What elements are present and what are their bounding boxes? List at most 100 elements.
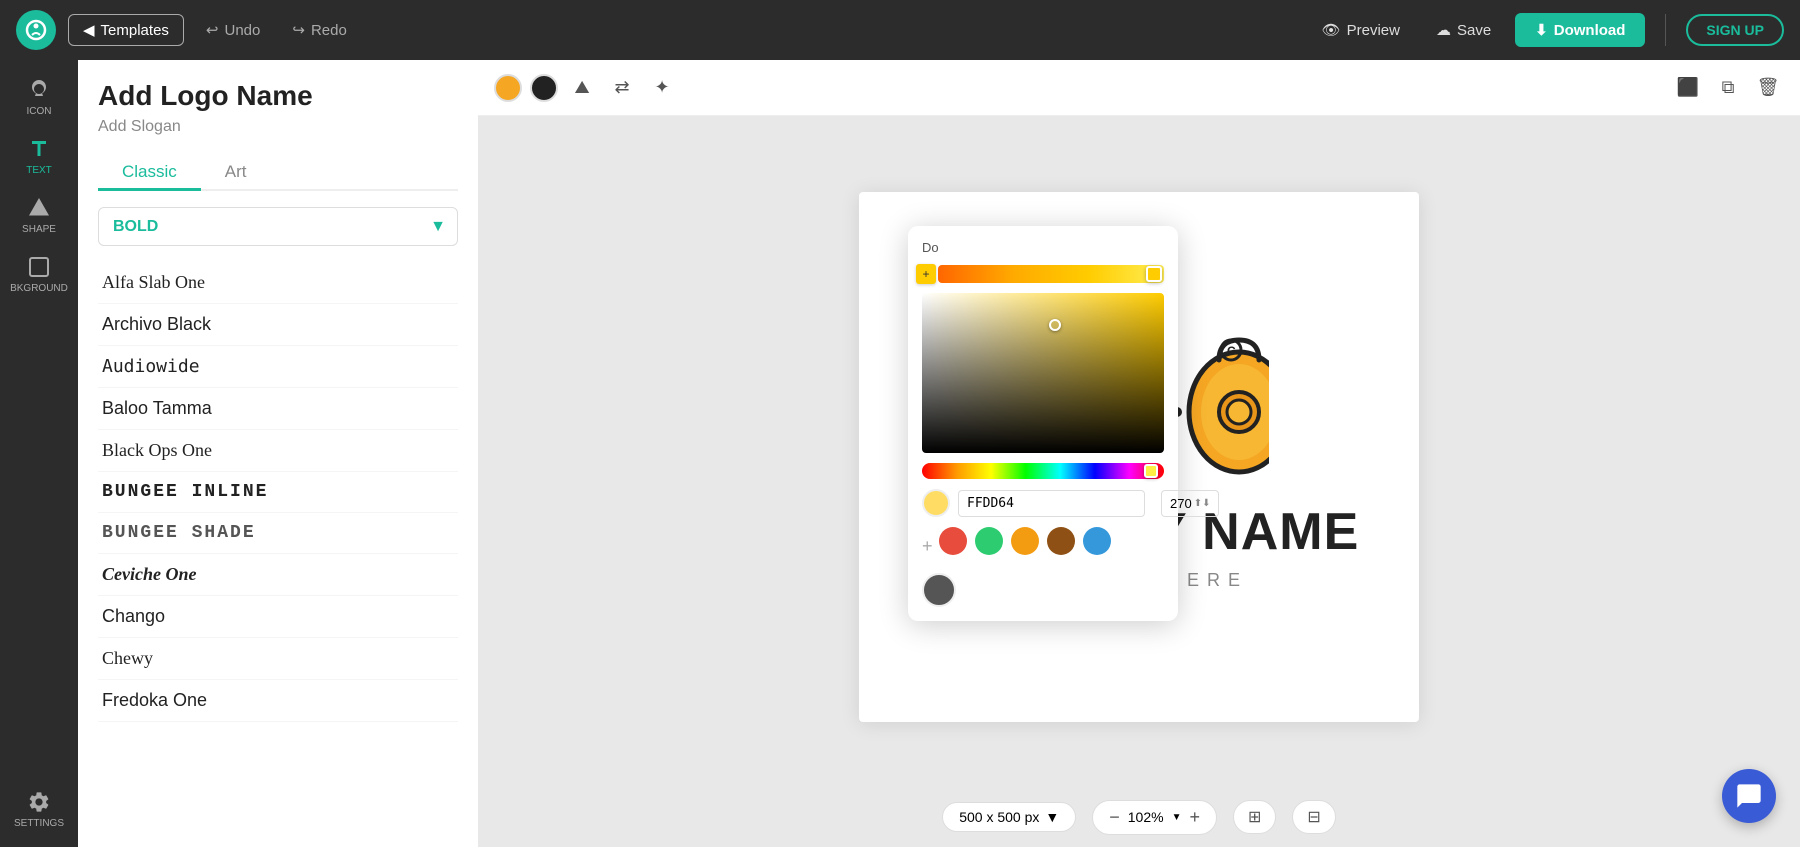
tab-art[interactable]: Art — [201, 156, 271, 189]
panel-subtitle: Add Slogan — [98, 118, 458, 136]
redo-button[interactable]: ↪ Redo — [282, 15, 356, 45]
primary-color-swatch[interactable] — [494, 74, 522, 102]
zoom-dropdown-icon: ▼ — [1172, 812, 1182, 823]
gradient-strip[interactable] — [938, 265, 1164, 283]
hue-strip[interactable] — [922, 463, 1164, 479]
tab-classic[interactable]: Classic — [98, 156, 201, 191]
preset-blue[interactable] — [1083, 527, 1111, 555]
chevron-down-icon: ▼ — [430, 218, 446, 236]
canvas-area: ⛰ ⇄ ✦ ⬛ ⧉ 🗑 Do + — [478, 60, 1800, 847]
preview-button[interactable]: 👁 Preview — [1310, 15, 1412, 45]
redo-icon: ↪ — [292, 21, 305, 39]
font-item-chango[interactable]: Chango — [98, 596, 458, 638]
sidebar-item-icon-label: ICON — [27, 106, 52, 117]
opacity-value: 270 — [1170, 496, 1192, 511]
chevron-left-icon: ◀ — [83, 21, 95, 39]
style-select[interactable]: BOLD — [98, 207, 458, 246]
templates-button[interactable]: ◀ Templates — [68, 14, 184, 46]
saturation-thumb[interactable] — [1049, 319, 1061, 331]
flip-horizontal-icon[interactable]: ⇄ — [606, 72, 638, 104]
hue-thumb[interactable] — [1144, 464, 1158, 478]
save-button[interactable]: ☁ Save — [1424, 15, 1503, 45]
style-select-wrapper: BOLD ▼ — [98, 207, 458, 246]
text-icon — [27, 137, 51, 161]
opacity-input[interactable]: 270 ⬆⬇ — [1161, 490, 1219, 517]
gradient-thumb[interactable] — [1146, 266, 1162, 282]
opacity-arrows[interactable]: ⬆⬇ — [1194, 498, 1211, 509]
font-item-alfa-slab-one[interactable]: Alfa Slab One — [98, 262, 458, 304]
tab-row: Classic Art — [98, 156, 458, 191]
toolbar-right-icons: ⬛ ⧉ 🗑 — [1672, 72, 1784, 104]
font-item-bungee-inline[interactable]: BUNGEE INLINE — [98, 472, 458, 513]
app-logo — [16, 10, 56, 50]
sidebar-item-bkground-label: BKGROUND — [10, 283, 68, 294]
sidebar-item-icon[interactable]: ICON — [0, 70, 78, 125]
font-panel: Add Logo Name Add Slogan Classic Art BOL… — [78, 60, 478, 847]
font-item-black-ops-one[interactable]: Black Ops One — [98, 430, 458, 472]
add-preset-btn[interactable]: + — [922, 536, 933, 557]
preset-red[interactable] — [939, 527, 967, 555]
font-item-ceviche-one[interactable]: Ceviche One — [98, 554, 458, 596]
size-chevron-down-icon: ▼ — [1045, 809, 1059, 825]
effects-icon[interactable]: ✦ — [646, 72, 678, 104]
font-item-archivo-black[interactable]: Archivo Black — [98, 304, 458, 346]
preset-orange[interactable] — [1011, 527, 1039, 555]
zoom-in-button[interactable]: + — [1189, 807, 1200, 828]
chat-bubble-button[interactable] — [1722, 769, 1776, 823]
icon-icon — [27, 78, 51, 102]
hex-color-preview — [922, 489, 950, 517]
color-picker-popup: Do + — [908, 226, 1178, 621]
icon-sidebar: ICON TEXT SHAPE BKGROUND SETTI — [0, 60, 78, 847]
undo-button[interactable]: ↩ Undo — [196, 15, 270, 45]
font-item-chewy[interactable]: Chewy — [98, 638, 458, 680]
sidebar-item-settings[interactable]: SETTINGS — [0, 782, 78, 837]
font-item-baloo-tamma[interactable]: Baloo Tamma — [98, 388, 458, 430]
preset-green[interactable] — [975, 527, 1003, 555]
zoom-out-button[interactable]: − — [1109, 807, 1120, 828]
zoom-level: 102% — [1128, 809, 1164, 825]
sidebar-item-bkground[interactable]: BKGROUND — [0, 247, 78, 302]
zoom-control: − 102% ▼ + — [1092, 800, 1217, 835]
signup-button[interactable]: SIGN UP — [1686, 14, 1784, 46]
download-button[interactable]: ⬇ Download — [1515, 13, 1645, 47]
main-body: ICON TEXT SHAPE BKGROUND SETTI — [0, 60, 1800, 847]
bottom-bar: 500 x 500 px ▼ − 102% ▼ + ⊞ ⊟ — [478, 797, 1800, 847]
font-item-fredoka-one[interactable]: Fredoka One — [98, 680, 458, 722]
duplicate-icon[interactable]: ⧉ — [1712, 72, 1744, 104]
align-button[interactable]: ⊟ — [1292, 800, 1335, 834]
canvas-size-label: 500 x 500 px — [959, 809, 1039, 825]
canvas-toolbar: ⛰ ⇄ ✦ ⬛ ⧉ 🗑 — [478, 60, 1800, 116]
grid-button[interactable]: ⊞ — [1233, 800, 1276, 834]
gradient-strip-container: + — [922, 265, 1164, 283]
settings-icon — [27, 790, 51, 814]
shape-icon — [27, 196, 51, 220]
font-list: Alfa Slab One Archivo Black Audiowide Ba… — [98, 262, 458, 827]
download-icon: ⬇ — [1535, 21, 1548, 39]
sidebar-item-shape-label: SHAPE — [22, 224, 56, 235]
layers-icon[interactable]: ⬛ — [1672, 72, 1704, 104]
nav-divider — [1665, 14, 1666, 46]
add-gradient-stop-button[interactable]: + — [916, 264, 936, 284]
secondary-color-swatch[interactable] — [530, 74, 558, 102]
cp-title: Do — [922, 240, 939, 255]
font-item-bungee-shade[interactable]: BUNGEE SHADE — [98, 513, 458, 554]
delete-icon[interactable]: 🗑 — [1752, 72, 1784, 104]
save-icon: ☁ — [1436, 21, 1451, 39]
cp-presets-add-row: + — [922, 527, 1164, 565]
hex-input[interactable] — [958, 490, 1145, 517]
top-navigation: ◀ Templates ↩ Undo ↪ Redo 👁 Preview ☁ Sa… — [0, 0, 1800, 60]
sidebar-item-shape[interactable]: SHAPE — [0, 188, 78, 243]
size-selector[interactable]: 500 x 500 px ▼ — [942, 802, 1076, 832]
preset-brown[interactable] — [1047, 527, 1075, 555]
flip-icon[interactable]: ⛰ — [566, 72, 598, 104]
chat-icon — [1735, 782, 1763, 810]
cp-bottom-swatch-row — [922, 573, 1164, 607]
color-presets — [939, 527, 1111, 555]
saturation-box[interactable] — [922, 293, 1164, 453]
sidebar-item-text[interactable]: TEXT — [0, 129, 78, 184]
cp-bottom-color-swatch[interactable] — [922, 573, 956, 607]
eye-icon: 👁 — [1322, 21, 1341, 39]
background-icon — [27, 255, 51, 279]
font-item-audiowide[interactable]: Audiowide — [98, 346, 458, 388]
panel-title: Add Logo Name — [98, 80, 458, 112]
